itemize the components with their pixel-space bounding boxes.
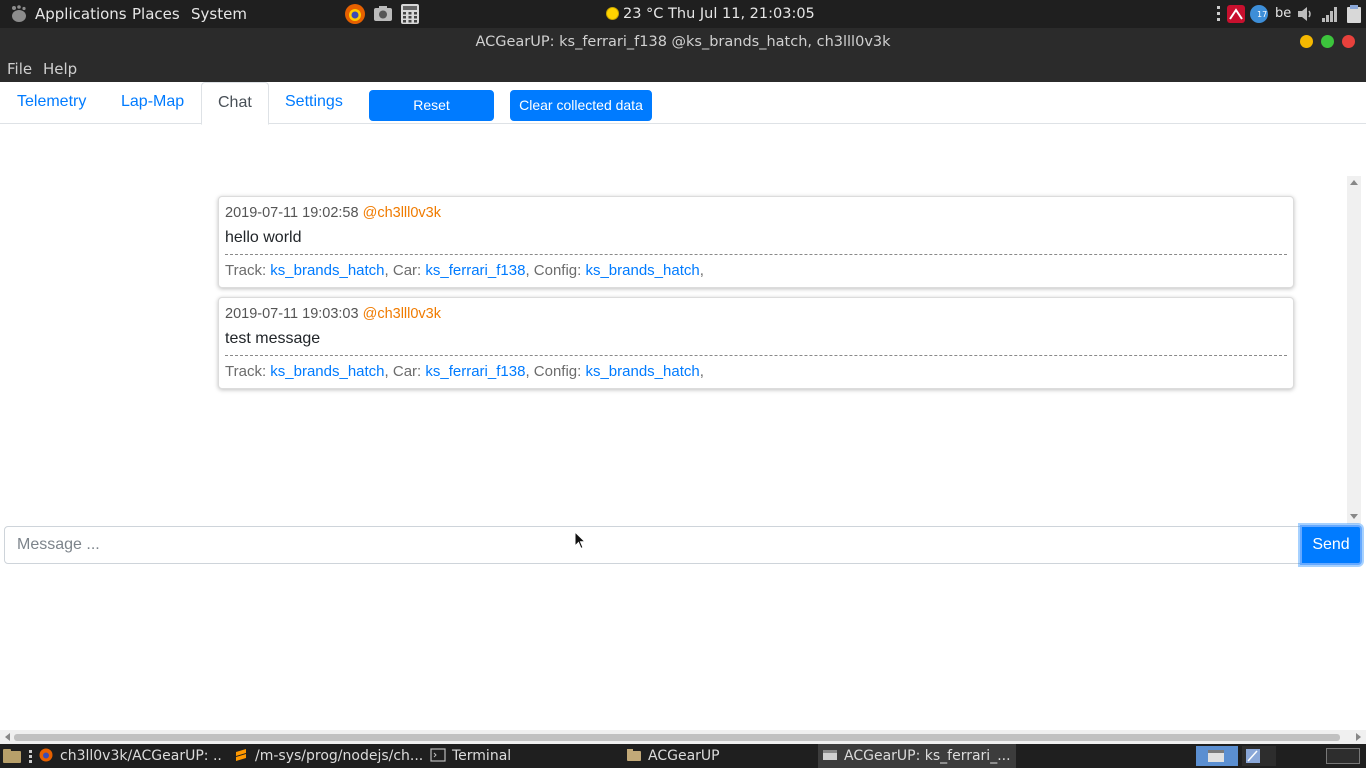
scroll-down-arrow-icon[interactable] — [1350, 514, 1358, 520]
reset-connection-button[interactable]: Reset connection — [369, 90, 494, 142]
chat-vertical-scrollbar[interactable] — [1347, 176, 1361, 524]
update-count: 17 — [1257, 10, 1268, 19]
message-divider — [225, 355, 1287, 356]
task-label: ACGearUP: ks_ferrari_... — [844, 748, 1011, 764]
calculator-icon[interactable] — [399, 3, 421, 25]
horizontal-scroll-thumb[interactable] — [14, 734, 1340, 741]
window-icon — [823, 750, 837, 760]
config-label: , Config: — [525, 363, 586, 380]
scroll-left-arrow-icon[interactable] — [4, 733, 10, 741]
firefox-icon[interactable] — [344, 3, 366, 25]
info-trailing-comma: , — [699, 262, 704, 279]
chat-message: 2019-07-11 19:02:58 @ch3lll0v3k hello wo… — [218, 196, 1294, 288]
track-link[interactable]: ks_brands_hatch — [270, 363, 384, 380]
tab-bar: Telemetry Lap-Map Chat Settings Reset co… — [0, 82, 1366, 142]
car-label: , Car: — [384, 262, 426, 279]
task-label: /m-sys/prog/nodejs/ch... — [255, 748, 423, 764]
places-menu[interactable]: Places — [132, 0, 180, 28]
keyboard-layout[interactable]: be — [1275, 0, 1291, 28]
scroll-right-arrow-icon[interactable] — [1356, 733, 1362, 741]
applications-menu[interactable]: Applications — [35, 0, 127, 28]
task-firefox[interactable]: ch3ll0v3k/ACGearUP: ... — [38, 744, 222, 768]
sublime-icon — [236, 749, 246, 761]
chat-message: 2019-07-11 19:03:03 @ch3lll0v3k test mes… — [218, 297, 1294, 389]
message-username: @ch3lll0v3k — [362, 205, 441, 221]
top-panel: Applications Places System 23 °C Thu Jul… — [0, 0, 1366, 28]
car-link[interactable]: ks_ferrari_f138 — [425, 262, 525, 279]
mouse-cursor-icon — [574, 531, 586, 550]
message-divider — [225, 254, 1287, 255]
track-label: Track: — [225, 262, 271, 279]
clear-data-button[interactable]: Clear collected data — [510, 90, 652, 121]
task-label: ACGearUP — [648, 748, 720, 764]
firefox-icon — [39, 748, 53, 762]
message-input[interactable] — [4, 526, 1302, 564]
task-label: ch3ll0v3k/ACGearUP: ... — [60, 748, 222, 764]
system-menu[interactable]: System — [191, 0, 247, 28]
red-app-tray-icon[interactable] — [1226, 4, 1246, 24]
message-session-info: Track: ks_brands_hatch, Car: ks_ferrari_… — [225, 363, 704, 380]
car-label: , Car: — [384, 363, 426, 380]
gnome-foot-icon[interactable] — [8, 5, 28, 23]
window-titlebar[interactable]: ACGearUP: ks_ferrari_f138 @ks_brands_hat… — [0, 28, 1366, 56]
file-menu[interactable]: File — [7, 56, 32, 82]
config-link[interactable]: ks_brands_hatch — [585, 363, 699, 380]
app-menubar: File Help — [0, 56, 1366, 82]
message-timestamp: 2019-07-11 19:03:03 — [225, 306, 359, 322]
minimize-icon[interactable] — [1300, 35, 1313, 48]
folder-icon — [627, 749, 641, 761]
task-acgearup-window[interactable]: ACGearUP: ks_ferrari_... — [818, 744, 1016, 768]
close-icon[interactable] — [1342, 35, 1355, 48]
horizontal-scrollbar[interactable] — [0, 730, 1366, 744]
maximize-icon[interactable] — [1321, 35, 1334, 48]
workspace-2-icon[interactable] — [1242, 746, 1276, 766]
tab-settings[interactable]: Settings — [269, 82, 359, 124]
car-link[interactable]: ks_ferrari_f138 — [425, 363, 525, 380]
show-desktop-icon[interactable] — [2, 748, 22, 764]
taskbar: ch3ll0v3k/ACGearUP: ... /m-sys/prog/node… — [0, 744, 1366, 768]
help-menu[interactable]: Help — [43, 56, 77, 82]
send-button[interactable]: Send — [1300, 525, 1362, 565]
message-meta: 2019-07-11 19:02:58 @ch3lll0v3k — [225, 205, 441, 221]
config-label: , Config: — [525, 262, 586, 279]
clipboard-icon[interactable] — [1344, 4, 1364, 24]
tab-chat[interactable]: Chat — [201, 82, 269, 125]
volume-icon[interactable] — [1296, 4, 1314, 24]
task-sublime[interactable]: /m-sys/prog/nodejs/ch... — [233, 744, 423, 768]
tab-lap-map[interactable]: Lap-Map — [105, 82, 200, 124]
scroll-up-arrow-icon[interactable] — [1350, 179, 1358, 185]
workspace-3-icon[interactable] — [1326, 748, 1360, 764]
task-terminal[interactable]: Terminal — [430, 744, 616, 768]
tray-handle-icon[interactable] — [1216, 4, 1222, 24]
message-text: hello world — [225, 229, 302, 246]
message-session-info: Track: ks_brands_hatch, Car: ks_ferrari_… — [225, 262, 704, 279]
clock-text: 23 °C Thu Jul 11, 21:03:05 — [623, 6, 815, 22]
network-signal-icon[interactable] — [1321, 4, 1339, 24]
tab-telemetry[interactable]: Telemetry — [1, 82, 102, 124]
task-folder[interactable]: ACGearUP — [626, 744, 812, 768]
task-label: Terminal — [452, 748, 512, 764]
clock[interactable]: 23 °C Thu Jul 11, 21:03:05 — [606, 0, 815, 28]
terminal-icon — [430, 748, 446, 762]
message-timestamp: 2019-07-11 19:02:58 — [225, 205, 359, 221]
screenshot-icon[interactable] — [372, 3, 394, 25]
message-username: @ch3lll0v3k — [362, 306, 441, 322]
window-title: ACGearUP: ks_ferrari_f138 @ks_brands_hat… — [475, 34, 891, 50]
track-label: Track: — [225, 363, 271, 380]
workspace-1-icon[interactable] — [1196, 746, 1238, 766]
weather-sun-icon — [606, 7, 619, 20]
track-link[interactable]: ks_brands_hatch — [270, 262, 384, 279]
message-meta: 2019-07-11 19:03:03 @ch3lll0v3k — [225, 306, 441, 322]
info-trailing-comma: , — [699, 363, 704, 380]
taskbar-handle-icon[interactable] — [28, 749, 34, 763]
config-link[interactable]: ks_brands_hatch — [585, 262, 699, 279]
message-text: test message — [225, 330, 321, 347]
